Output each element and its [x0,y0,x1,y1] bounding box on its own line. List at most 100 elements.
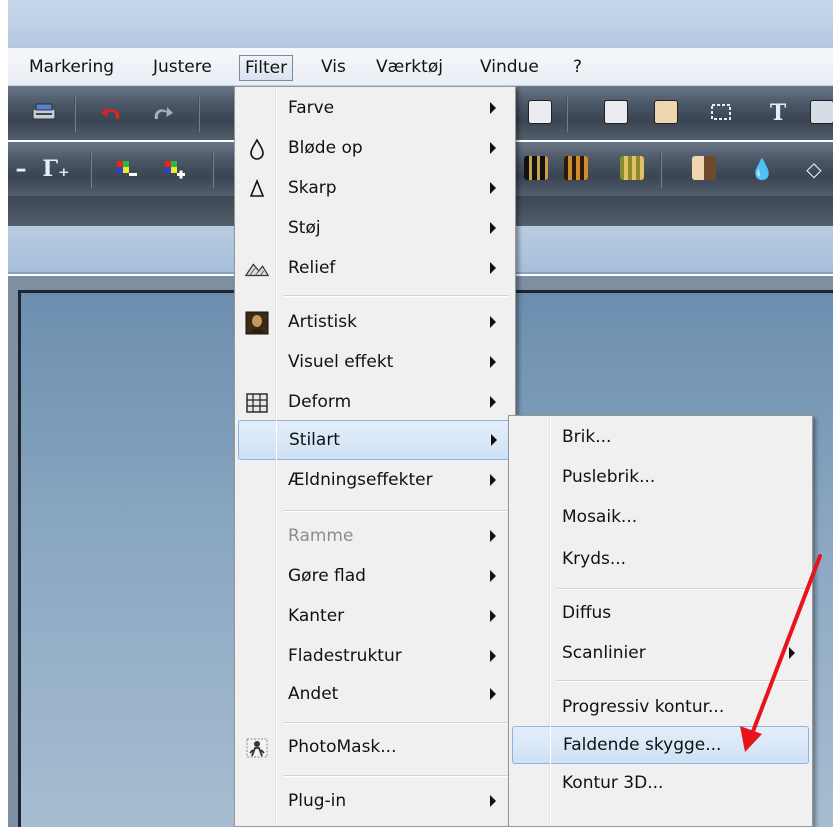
image-tool-icon[interactable] [810,100,833,124]
split-tone-icon[interactable] [692,156,716,180]
stilart-item-diffus[interactable]: Diffus [512,596,809,632]
menu-item-label: Kontur 3D... [562,773,664,793]
stilart-item-brik[interactable]: Brik... [512,420,809,456]
drop-outline-icon [244,136,270,162]
stilart-item-kryds[interactable]: Kryds... [512,542,809,578]
menu-separator [557,588,809,590]
stilart-item-mosaik[interactable]: Mosaik... [512,500,809,536]
toolbar-divider [566,96,568,132]
submenu-arrow-icon [490,316,496,328]
color-minus-icon[interactable] [112,155,140,183]
mona-lisa-icon [244,310,270,336]
menu-item-label: Progressiv kontur... [562,697,725,717]
stilart-item-kontur-3d[interactable]: Kontur 3D... [512,766,809,802]
filter-menu: Farve Bløde op Skarp Støj Relief Artisti… [234,86,516,827]
filter-item-artistisk[interactable]: Artistisk [238,305,512,341]
submenu-arrow-icon [490,650,496,662]
menu-item-label: Gøre flad [288,566,366,586]
menu-item-label: Brik... [562,427,612,447]
stilart-item-puslebrik[interactable]: Puslebrik... [512,460,809,496]
filter-item-fladestruktur[interactable]: Fladestruktur [238,639,512,675]
filter-item-photomask[interactable]: PhotoMask... [238,730,512,766]
menu-vindue[interactable]: Vindue [475,55,544,81]
submenu-arrow-icon [490,222,496,234]
menu-markering[interactable]: Markering [24,55,119,81]
menu-item-label: Fladestruktur [288,646,402,666]
menu-vaerktoj[interactable]: Værktøj [371,55,448,81]
menu-bar: Markering Justere Filter Vis Værktøj Vin… [8,48,833,86]
menu-item-label: Kanter [288,606,345,626]
color-plus-icon[interactable] [160,155,188,183]
relief-icon [244,256,270,282]
filter-item-skarp[interactable]: Skarp [238,171,512,207]
drop-icon[interactable]: 💧 [748,155,776,183]
menu-item-label: Ældningseffekter [288,470,433,490]
filter-item-stoj[interactable]: Støj [238,211,512,247]
stilart-item-faldende-skygge[interactable]: Faldende skygge... [512,726,809,764]
menu-separator [283,722,509,724]
minus-adjust-icon[interactable]: – [14,155,28,183]
menu-item-label: Bløde op [288,138,363,158]
stilart-item-progressiv-kontur[interactable]: Progressiv kontur... [512,690,809,726]
menu-item-label: Mosaik... [562,507,638,527]
drop-outline-toolbar-icon[interactable]: ◇ [800,155,828,183]
menu-vis[interactable]: Vis [316,55,351,81]
texture-dark-icon[interactable] [524,156,548,180]
window-left-edge [0,0,8,827]
scanner-icon[interactable] [30,99,58,127]
filter-item-farve[interactable]: Farve [238,91,512,127]
menu-help[interactable]: ? [568,55,587,81]
filter-item-kanter[interactable]: Kanter [238,599,512,635]
person-crop-icon[interactable] [654,100,678,124]
menu-item-label: Puslebrik... [562,467,656,487]
menu-item-label: Andet [288,684,339,704]
menu-item-label: Faldende skygge... [563,735,722,755]
toolbar-divider [74,96,76,132]
filter-item-stilart[interactable]: Stilart [238,420,512,460]
menu-item-label: Diffus [562,603,612,623]
stilart-item-scanlinier[interactable]: Scanlinier [512,636,809,672]
menu-separator [283,775,509,777]
submenu-arrow-icon [490,396,496,408]
texture-olive-icon[interactable] [620,156,644,180]
toolbar-divider [212,152,214,188]
filter-item-gore-flad[interactable]: Gøre flad [238,559,512,595]
toolbar-divider [660,152,662,188]
undo-icon[interactable] [98,99,126,127]
texture-brown-icon[interactable] [564,156,588,180]
text-tool-icon[interactable]: T [764,99,792,127]
menu-item-label: Scanlinier [562,643,646,663]
submenu-arrow-icon [490,688,496,700]
gamma-plus-icon[interactable]: Γ₊ [42,155,70,183]
submenu-arrow-icon [789,647,795,659]
filter-item-plug-in[interactable]: Plug-in [238,784,512,820]
menu-item-label: Visuel effekt [288,352,394,372]
menu-justere[interactable]: Justere [148,55,217,81]
filter-item-visuel-effekt[interactable]: Visuel effekt [238,345,512,381]
menu-separator [283,295,509,297]
menu-item-label: PhotoMask... [288,737,397,757]
menu-item-label: Kryds... [562,549,627,569]
submenu-arrow-icon [490,142,496,154]
menu-item-label: Deform [288,392,352,412]
submenu-arrow-icon [490,102,496,114]
submenu-arrow-icon [490,182,496,194]
figure-icon[interactable] [528,100,552,124]
menu-item-label: Stilart [289,430,340,450]
menu-item-label: Farve [288,98,335,118]
menu-filter[interactable]: Filter [239,55,294,81]
filter-item-aeldningseffekter[interactable]: Ældningseffekter [238,463,512,499]
marquee-select-icon[interactable] [708,99,736,127]
filter-item-andet[interactable]: Andet [238,677,512,713]
grid-icon [244,390,270,416]
filter-item-relief[interactable]: Relief [238,251,512,287]
submenu-arrow-icon [490,356,496,368]
filter-item-deform[interactable]: Deform [238,385,512,421]
menu-item-label: Relief [288,258,336,278]
menu-item-label: Skarp [288,178,337,198]
submenu-arrow-icon [491,434,497,446]
toolbar-divider [198,96,200,132]
person-select-icon[interactable] [604,100,628,124]
redo-icon[interactable] [148,99,176,127]
filter-item-blode-op[interactable]: Bløde op [238,131,512,167]
